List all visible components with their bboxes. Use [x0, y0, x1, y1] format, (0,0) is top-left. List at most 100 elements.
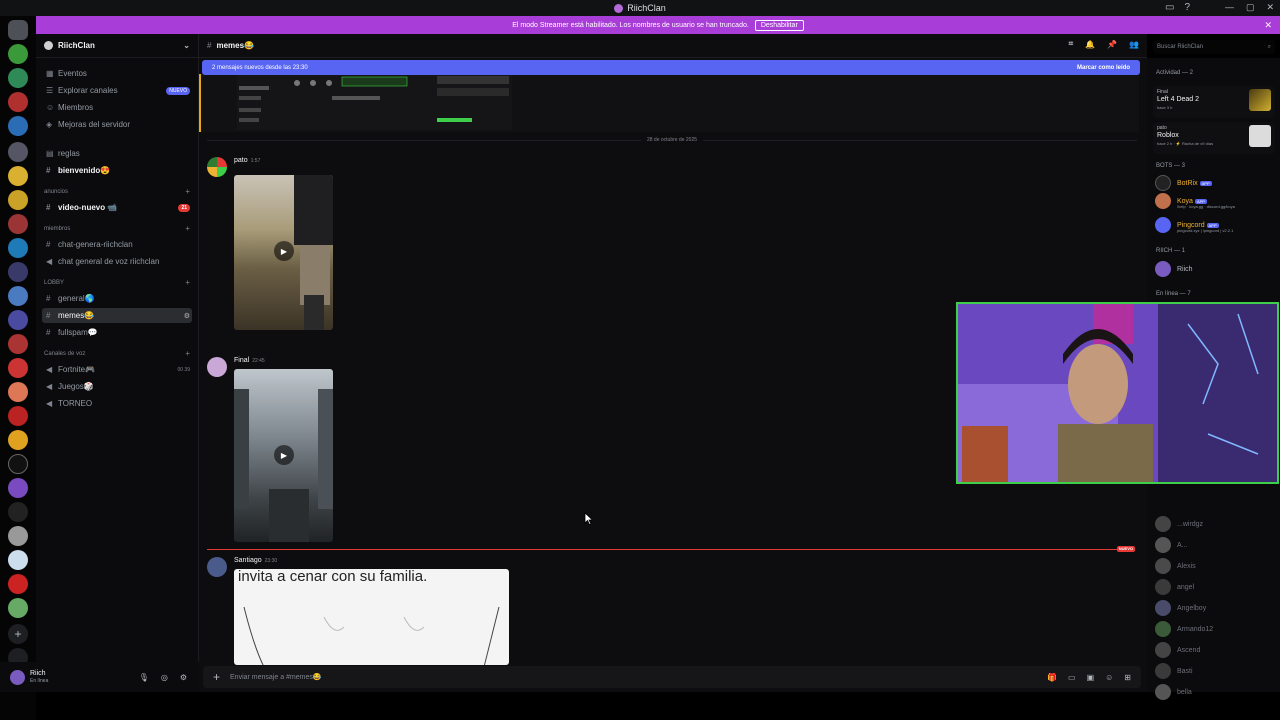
server-icon[interactable]	[8, 406, 28, 426]
member-item[interactable]: bella	[1155, 683, 1275, 701]
emoji-icon[interactable]: ☺	[1105, 673, 1113, 682]
sidebar-item-boosts[interactable]: ◈ Mejoras del servidor	[42, 117, 192, 132]
server-icon[interactable]	[8, 142, 28, 162]
channel-welcome[interactable]: # bienvenido😍	[42, 163, 192, 178]
help-icon[interactable]: ?	[1184, 2, 1190, 13]
sidebar-item-members[interactable]: ☺ Miembros	[42, 100, 192, 115]
gif-icon[interactable]: ▭	[1068, 673, 1076, 682]
server-icon[interactable]	[8, 502, 28, 522]
message-input-placeholder[interactable]: Enviar mensaje a #memes😂	[230, 673, 322, 681]
server-icon[interactable]	[8, 286, 28, 306]
member-item[interactable]: ...wirdgz	[1155, 515, 1275, 533]
video-attachment[interactable]: ▶	[234, 369, 333, 542]
guild-header[interactable]: RiichClan ⌄	[36, 34, 198, 58]
image-attachment[interactable]: invita a cenar con su familia.	[234, 569, 509, 665]
member-item[interactable]: angel	[1155, 578, 1275, 596]
server-icon[interactable]	[8, 358, 28, 378]
member-item[interactable]: A...	[1155, 536, 1275, 554]
close-banner-icon[interactable]: ✕	[1264, 20, 1272, 31]
play-icon[interactable]: ▶	[274, 445, 294, 465]
member-item[interactable]: Koya APP /help · koya.gg · discord.gg/ko…	[1155, 192, 1275, 210]
channel-torneo[interactable]: ◀ TORNEO	[42, 396, 192, 411]
inbox-icon[interactable]: ▭	[1165, 2, 1174, 13]
member-item[interactable]: Armando12	[1155, 620, 1275, 638]
channel-voice-general[interactable]: ◀ chat general de voz riichclan	[42, 254, 192, 269]
channel-chat-genera[interactable]: # chat-genera-riichclan	[42, 237, 192, 252]
server-icon[interactable]	[8, 430, 28, 450]
discord-home-icon[interactable]	[8, 20, 28, 40]
member-item[interactable]: Alexis	[1155, 557, 1275, 575]
author-name[interactable]: Santiago	[234, 557, 262, 564]
activity-card[interactable]: Final Left 4 Dead 2 hace 3 h	[1153, 86, 1275, 118]
new-messages-bar[interactable]: 2 mensajes nuevos desde las 23:30 Marcar…	[202, 60, 1140, 75]
add-channel-icon[interactable]: +	[185, 225, 190, 233]
message-composer[interactable]: + Enviar mensaje a #memes😂 🎁 ▭ ▣ ☺ ⊞	[203, 666, 1141, 688]
member-item[interactable]: Basti	[1155, 662, 1275, 680]
category-miembros[interactable]: miembros +	[44, 225, 190, 233]
member-item[interactable]: Angelboy	[1155, 599, 1275, 617]
category-voz[interactable]: Canales de voz +	[44, 350, 190, 358]
channel-fortnite[interactable]: ◀ Fortnite🎮 00 39	[42, 362, 192, 377]
category-anuncios[interactable]: anuncios +	[44, 188, 190, 196]
channel-fullspam[interactable]: # fullspam💬	[42, 325, 192, 340]
author-name[interactable]: Final	[234, 357, 249, 364]
channel-juegos[interactable]: ◀ Juegos🎲	[42, 379, 192, 394]
category-lobby[interactable]: LOBBY +	[44, 279, 190, 287]
server-icon[interactable]	[8, 454, 28, 474]
avatar[interactable]	[207, 357, 227, 377]
sidebar-item-events[interactable]: ▦ Eventos	[42, 66, 192, 81]
sticker-icon[interactable]: ▣	[1087, 673, 1095, 682]
server-icon[interactable]	[8, 44, 28, 64]
bell-icon[interactable]: 🔔	[1085, 40, 1095, 49]
server-icon[interactable]	[8, 526, 28, 546]
server-icon[interactable]	[8, 574, 28, 594]
add-server-icon[interactable]: +	[8, 624, 28, 644]
avatar[interactable]	[207, 157, 227, 177]
video-attachment[interactable]: ▶	[234, 175, 333, 330]
channel-rules[interactable]: ▤ reglas	[42, 146, 192, 161]
member-item[interactable]: Pingcord APP pingcord.xyz | !pingcord | …	[1155, 216, 1275, 234]
mark-read-button[interactable]: Marcar como leído	[1077, 65, 1130, 71]
activity-card[interactable]: pato Roblox hace 2 h · ⚡ Racha de x9 día…	[1153, 122, 1275, 154]
disable-streamer-button[interactable]: Deshabilitar	[754, 19, 804, 31]
maximize-icon[interactable]: ▢	[1246, 2, 1255, 13]
avatar[interactable]	[207, 557, 227, 577]
server-icon[interactable]	[8, 92, 28, 112]
server-icon[interactable]	[8, 550, 28, 570]
add-channel-icon[interactable]: +	[185, 188, 190, 196]
close-window-icon[interactable]: ✕	[1266, 2, 1274, 13]
server-icon[interactable]	[8, 190, 28, 210]
channel-memes[interactable]: # memes😂 ⚙	[42, 308, 192, 323]
member-item[interactable]: Ascend	[1155, 641, 1275, 659]
microphone-icon[interactable]: 🎙	[139, 673, 149, 682]
server-icon[interactable]	[8, 334, 28, 354]
server-icon[interactable]	[8, 598, 28, 618]
embed-image[interactable]	[237, 74, 512, 130]
sidebar-item-browse-channels[interactable]: ☰ Explorar canales NUEVO	[42, 83, 192, 98]
server-icon[interactable]	[8, 214, 28, 234]
add-channel-icon[interactable]: +	[185, 279, 190, 287]
server-icon[interactable]	[8, 116, 28, 136]
gear-icon[interactable]: ⚙	[180, 673, 187, 682]
avatar[interactable]	[10, 669, 25, 685]
member-item[interactable]: BotRix APP	[1155, 174, 1275, 192]
server-icon[interactable]	[8, 68, 28, 88]
headphones-icon[interactable]: ◎	[161, 673, 168, 682]
search-input[interactable]: Buscar RiichClan ⌕	[1153, 40, 1275, 54]
add-channel-icon[interactable]: +	[185, 350, 190, 358]
server-icon[interactable]	[8, 382, 28, 402]
gift-icon[interactable]: 🎁	[1047, 673, 1057, 682]
member-item[interactable]: Riich	[1155, 260, 1275, 278]
apps-icon[interactable]: ⊞	[1124, 673, 1131, 682]
channel-video-nuevo[interactable]: # video-nuevo 📹 21	[42, 200, 192, 215]
author-name[interactable]: pato	[234, 157, 248, 164]
server-icon[interactable]	[8, 310, 28, 330]
channel-general[interactable]: # general🌎	[42, 291, 192, 306]
threads-icon[interactable]: ⌗	[1069, 39, 1074, 49]
server-icon[interactable]	[8, 262, 28, 282]
channel-settings-icon[interactable]: ⚙	[184, 312, 190, 320]
pin-icon[interactable]: 📌	[1107, 40, 1117, 49]
play-icon[interactable]: ▶	[274, 241, 294, 261]
server-icon[interactable]	[8, 478, 28, 498]
add-attachment-icon[interactable]: +	[213, 670, 220, 684]
